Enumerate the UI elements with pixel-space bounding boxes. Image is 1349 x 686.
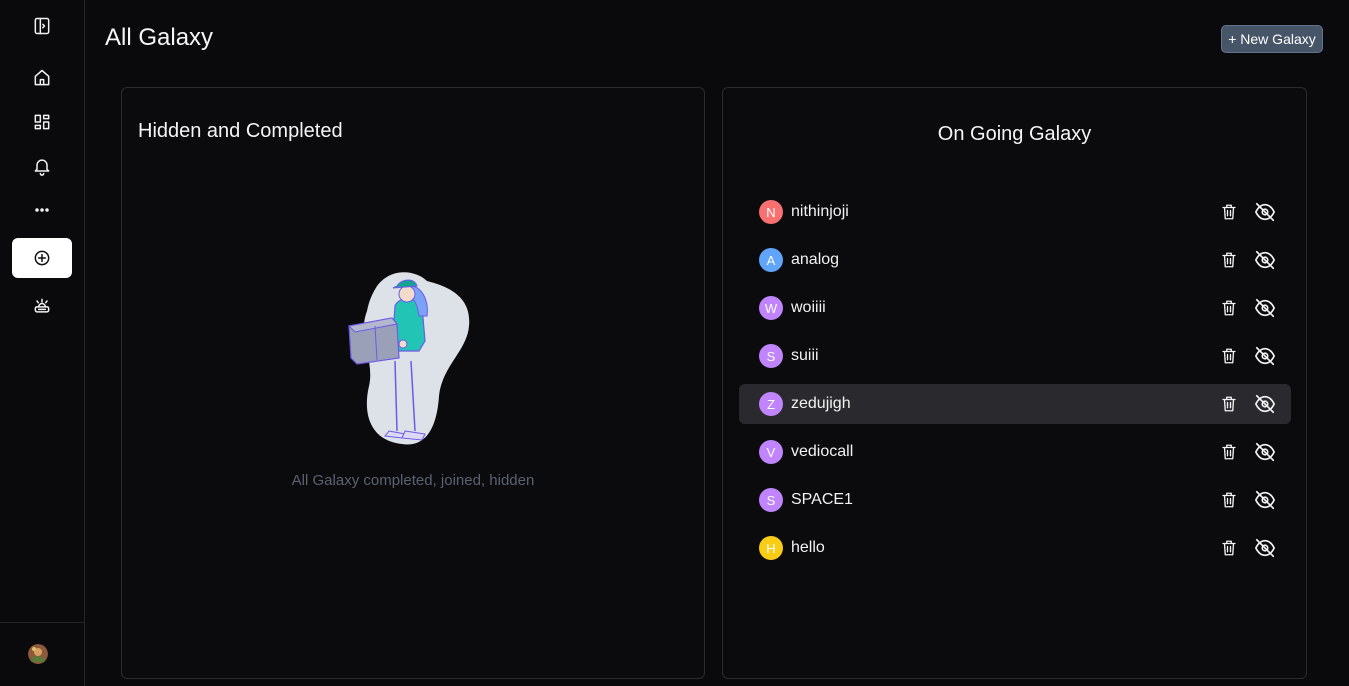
galaxy-letter-avatar: S: [759, 344, 783, 368]
galaxy-name: vediocall: [791, 443, 854, 460]
sidebar-item-notifications[interactable]: [12, 146, 72, 186]
trash-icon: [1222, 492, 1236, 508]
ongoing-galaxy-panel: On Going Galaxy N nithinjoji A analog W …: [722, 87, 1307, 679]
galaxy-icon: [34, 298, 50, 313]
galaxy-letter-avatar: W: [759, 296, 783, 320]
dashboard-icon: [34, 114, 50, 130]
delete-button[interactable]: [1218, 393, 1240, 415]
galaxy-letter-avatar: V: [759, 440, 783, 464]
panel-toggle-icon: [34, 17, 50, 35]
galaxy-list-item[interactable]: Z zedujigh: [739, 384, 1291, 424]
empty-state-text: All Galaxy completed, joined, hidden: [291, 472, 535, 489]
galaxy-letter-avatar: A: [759, 248, 783, 272]
galaxy-list-item[interactable]: W woiiii: [739, 288, 1291, 328]
galaxy-name: nithinjoji: [791, 203, 849, 220]
trash-icon: [1222, 348, 1236, 364]
hide-button[interactable]: [1254, 537, 1276, 559]
galaxy-name: suiii: [791, 347, 819, 364]
eye-off-icon: [1255, 442, 1275, 462]
eye-off-icon: [1255, 490, 1275, 510]
bell-icon: [34, 159, 50, 176]
eye-off-icon: [1255, 250, 1275, 270]
galaxy-letter-avatar: S: [759, 488, 783, 512]
sidebar: [0, 0, 85, 686]
eye-off-icon: [1255, 202, 1275, 222]
galaxy-list-item[interactable]: S suiii: [739, 336, 1291, 376]
hide-button[interactable]: [1254, 393, 1276, 415]
trash-icon: [1222, 444, 1236, 460]
galaxy-name: SPACE1: [791, 491, 853, 508]
galaxy-list-item[interactable]: N nithinjoji: [739, 192, 1291, 232]
home-icon: [34, 69, 50, 86]
page-title: All Galaxy: [105, 24, 214, 51]
plus-circle-icon: [34, 250, 50, 266]
hide-button[interactable]: [1254, 201, 1276, 223]
galaxy-name: woiiii: [791, 299, 826, 316]
sidebar-item-galaxy[interactable]: [12, 286, 72, 326]
new-galaxy-button[interactable]: + New Galaxy: [1221, 25, 1323, 53]
galaxy-letter-avatar: Z: [759, 392, 783, 416]
trash-icon: [1222, 300, 1236, 316]
hide-button[interactable]: [1254, 249, 1276, 271]
hide-button[interactable]: [1254, 489, 1276, 511]
sidebar-item-more[interactable]: [12, 190, 72, 230]
user-avatar[interactable]: [28, 644, 48, 664]
galaxy-list-item[interactable]: H hello: [739, 528, 1291, 568]
sidebar-item-create[interactable]: [12, 238, 72, 278]
ongoing-panel-title: On Going Galaxy: [937, 123, 1092, 145]
galaxy-list-item[interactable]: A analog: [739, 240, 1291, 280]
trash-icon: [1222, 396, 1236, 412]
sidebar-item-dashboard[interactable]: [12, 102, 72, 142]
galaxy-list-item[interactable]: S SPACE1: [739, 480, 1291, 520]
eye-off-icon: [1255, 298, 1275, 318]
eye-off-icon: [1255, 346, 1275, 366]
eye-off-icon: [1255, 538, 1275, 558]
galaxy-list-item[interactable]: V vediocall: [739, 432, 1291, 472]
delete-button[interactable]: [1218, 345, 1240, 367]
hidden-panel-title: Hidden and Completed: [138, 120, 343, 142]
delete-button[interactable]: [1218, 489, 1240, 511]
galaxy-letter-avatar: H: [759, 536, 783, 560]
delete-button[interactable]: [1218, 201, 1240, 223]
hide-button[interactable]: [1254, 345, 1276, 367]
galaxy-name: zedujigh: [791, 395, 851, 412]
delete-button[interactable]: [1218, 537, 1240, 559]
more-icon: [35, 208, 49, 212]
sidebar-divider: [0, 622, 84, 623]
galaxy-list: N nithinjoji A analog W woiiii S suiii Z…: [739, 192, 1291, 576]
delete-button[interactable]: [1218, 297, 1240, 319]
delete-button[interactable]: [1218, 249, 1240, 271]
sidebar-toggle-button[interactable]: [12, 6, 72, 46]
trash-icon: [1222, 252, 1236, 268]
sidebar-item-home[interactable]: [12, 58, 72, 98]
hide-button[interactable]: [1254, 297, 1276, 319]
empty-state-illustration: [347, 272, 470, 445]
galaxy-name: analog: [791, 251, 840, 268]
trash-icon: [1222, 540, 1236, 556]
hide-button[interactable]: [1254, 441, 1276, 463]
trash-icon: [1222, 204, 1236, 220]
galaxy-name: hello: [791, 539, 825, 556]
delete-button[interactable]: [1218, 441, 1240, 463]
galaxy-letter-avatar: N: [759, 200, 783, 224]
hidden-completed-panel: Hidden and Completed All Galaxy complete…: [121, 87, 705, 679]
eye-off-icon: [1255, 394, 1275, 414]
